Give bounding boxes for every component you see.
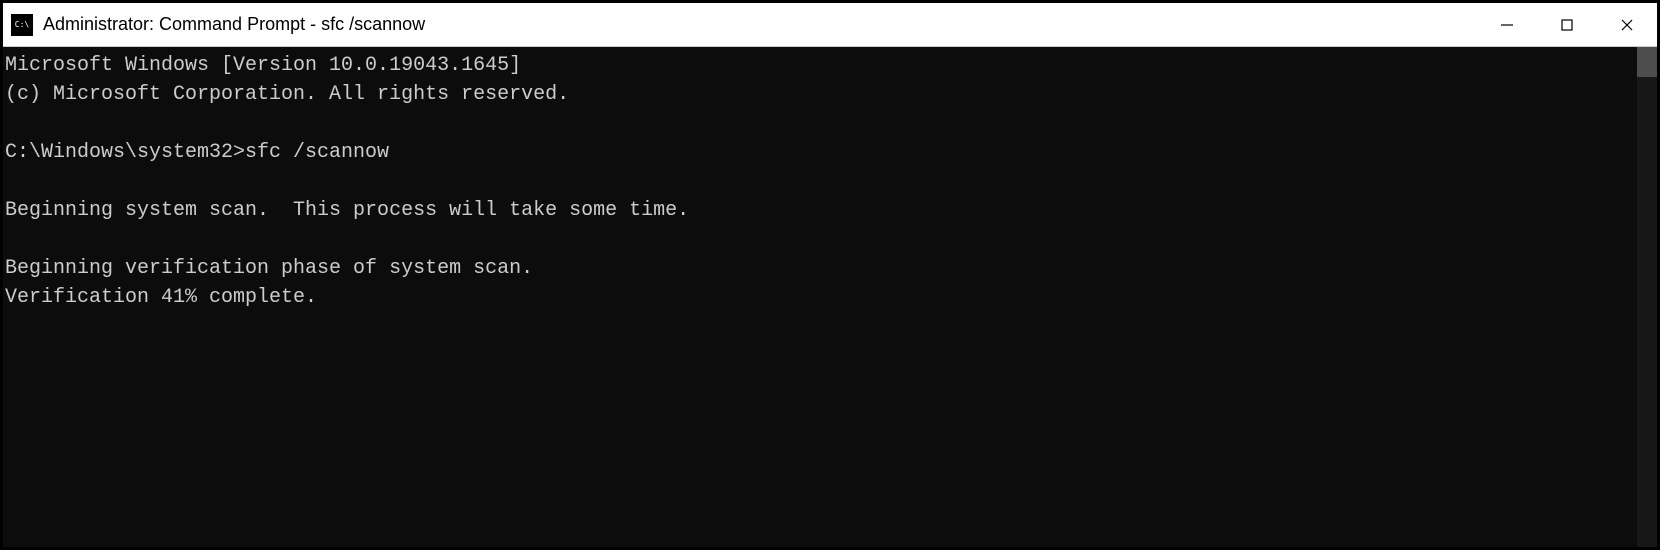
window-controls xyxy=(1477,3,1657,46)
output-line: Beginning verification phase of system s… xyxy=(5,254,1635,283)
minimize-icon xyxy=(1500,18,1514,32)
maximize-button[interactable] xyxy=(1537,3,1597,46)
output-blank xyxy=(5,167,1635,196)
titlebar[interactable]: C:\ Administrator: Command Prompt - sfc … xyxy=(3,3,1657,47)
output-blank xyxy=(5,225,1635,254)
minimize-button[interactable] xyxy=(1477,3,1537,46)
close-button[interactable] xyxy=(1597,3,1657,46)
prompt-line: C:\Windows\system32>sfc /scannow xyxy=(5,138,1635,167)
output-line: Microsoft Windows [Version 10.0.19043.16… xyxy=(5,51,1635,80)
progress-line: Verification 41% complete. xyxy=(5,283,1635,312)
maximize-icon xyxy=(1560,18,1574,32)
command-prompt-window: C:\ Administrator: Command Prompt - sfc … xyxy=(3,3,1657,547)
output-line: Beginning system scan. This process will… xyxy=(5,196,1635,225)
close-icon xyxy=(1620,18,1634,32)
terminal-output[interactable]: Microsoft Windows [Version 10.0.19043.16… xyxy=(3,47,1637,547)
content-area: Microsoft Windows [Version 10.0.19043.16… xyxy=(3,47,1657,547)
scrollbar-thumb[interactable] xyxy=(1637,47,1657,77)
command-prompt-icon: C:\ xyxy=(11,14,33,36)
output-line: (c) Microsoft Corporation. All rights re… xyxy=(5,80,1635,109)
vertical-scrollbar[interactable] xyxy=(1637,47,1657,547)
window-title: Administrator: Command Prompt - sfc /sca… xyxy=(43,14,1477,35)
output-blank xyxy=(5,109,1635,138)
